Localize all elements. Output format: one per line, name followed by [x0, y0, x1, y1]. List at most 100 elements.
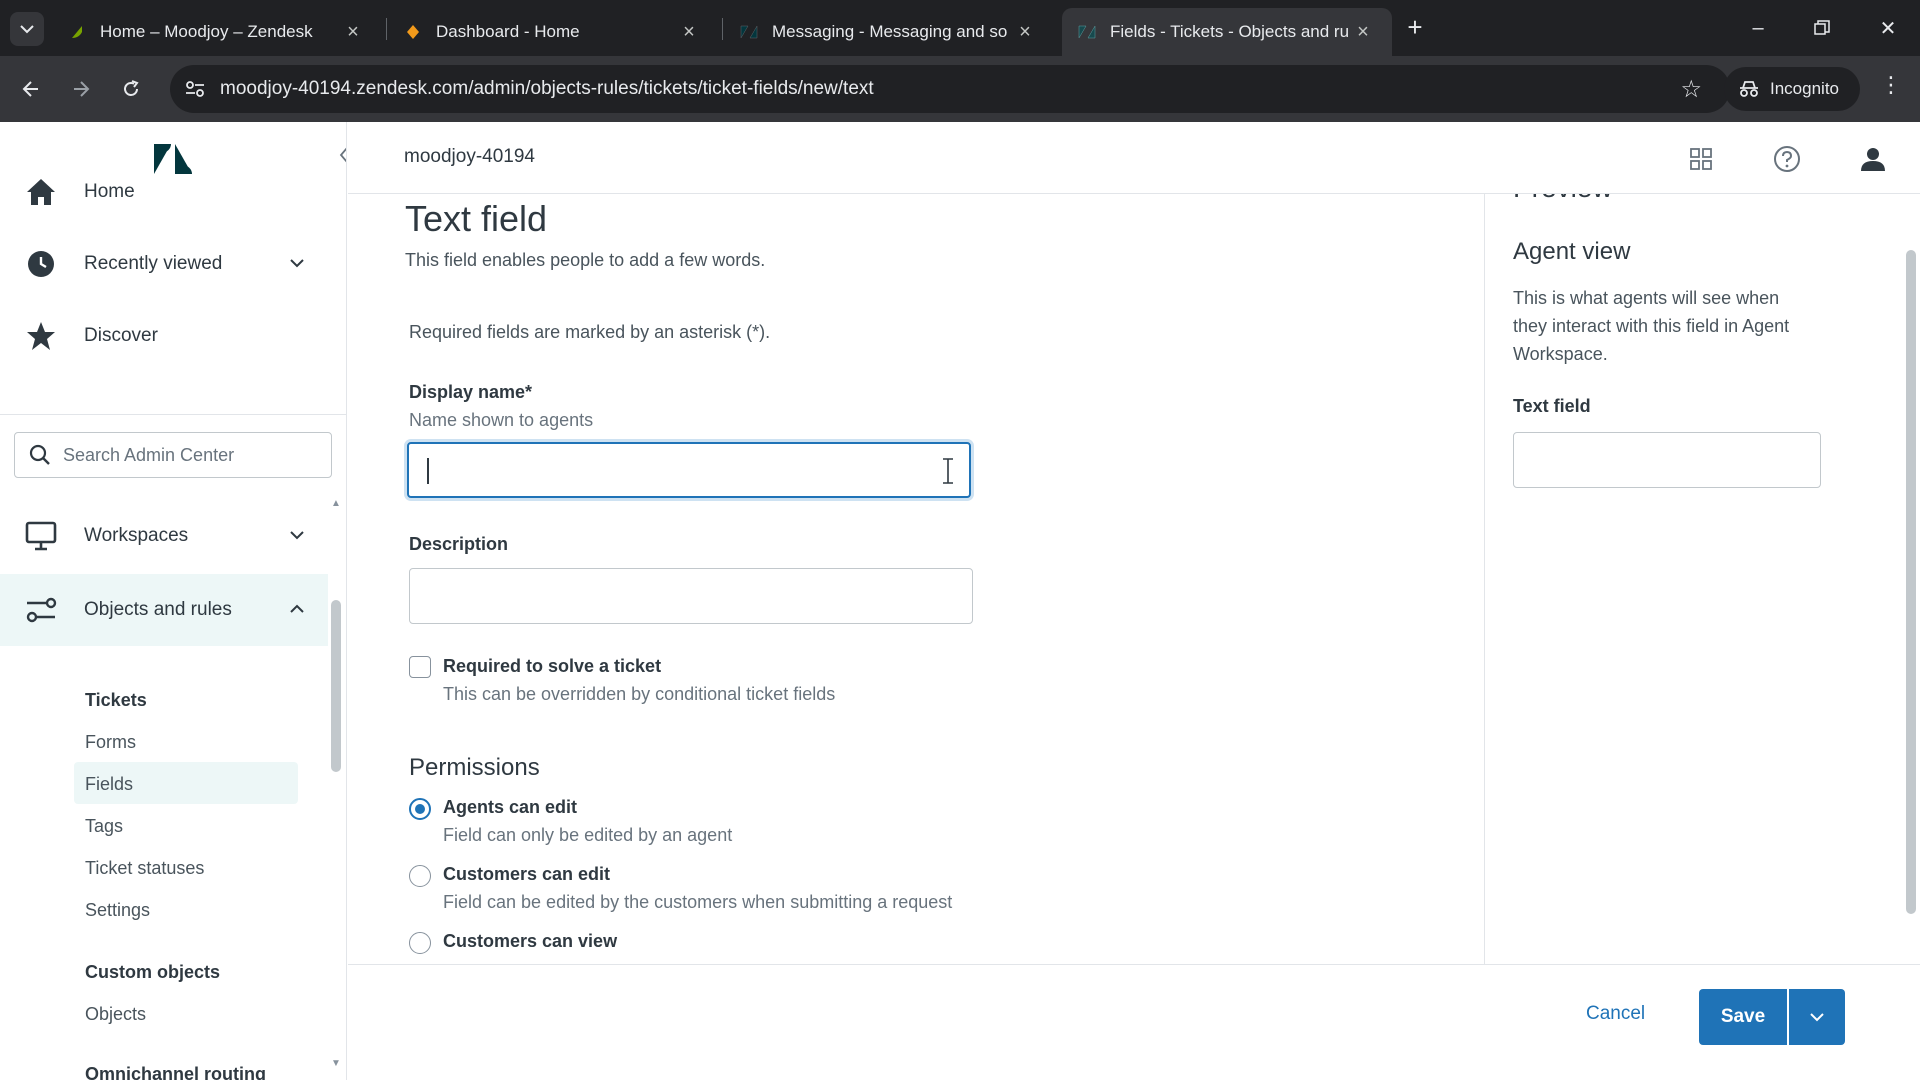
chevron-down-icon [290, 259, 304, 268]
nav-label: Workspaces [84, 525, 189, 546]
custom-objects-heading: Custom objects [85, 962, 221, 982]
zendesk-icon [1078, 23, 1096, 41]
browser-tab[interactable]: Home – Moodjoy – Zendesk × [52, 8, 382, 56]
close-tab-icon[interactable]: × [1350, 21, 1376, 44]
nav-recently-viewed[interactable]: Recently viewed [0, 228, 328, 300]
sidebar-item-settings[interactable]: Settings [85, 900, 150, 921]
products-grid-icon[interactable] [1686, 144, 1716, 174]
nav-workspaces[interactable]: Workspaces [0, 500, 328, 572]
help-icon[interactable] [1772, 144, 1802, 174]
description-input[interactable] [409, 568, 973, 624]
tickets-heading: Tickets [85, 690, 147, 710]
customers-can-view-radio[interactable] [409, 932, 431, 954]
scroll-down-arrow-icon[interactable]: ▼ [330, 1058, 342, 1069]
nav-objects-and-rules[interactable]: Objects and rules [0, 574, 328, 646]
forward-icon[interactable] [64, 72, 98, 106]
browser-tab-active[interactable]: Fields - Tickets - Objects and ru × [1062, 8, 1392, 56]
preview-title: Preview [1513, 194, 1613, 204]
back-icon[interactable] [14, 72, 48, 106]
tab-search-button[interactable] [10, 12, 44, 46]
browser-toolbar: moodjoy-40194.zendesk.com/admin/objects-… [0, 56, 1920, 122]
sidebar-item-tags[interactable]: Tags [85, 816, 123, 837]
sidebar-scrollbar[interactable] [331, 600, 341, 772]
agents-can-edit-hint: Field can only be edited by an agent [443, 825, 733, 845]
nav-label: Objects and rules [84, 599, 232, 620]
incognito-label: Incognito [1770, 79, 1839, 98]
objects-rules-icon [24, 593, 58, 627]
preview-text-input[interactable] [1513, 432, 1821, 488]
close-tab-icon[interactable]: × [1012, 21, 1038, 44]
chevron-down-icon [290, 531, 304, 540]
preview-field-label: Text field [1513, 396, 1591, 416]
close-tab-icon[interactable]: × [676, 21, 702, 44]
user-profile-icon[interactable] [1858, 144, 1888, 174]
window-close-icon[interactable]: ✕ [1860, 8, 1916, 48]
display-name-hint: Name shown to agents [409, 410, 594, 430]
cancel-button[interactable]: Cancel [1586, 1003, 1645, 1025]
page-title: Text field [405, 198, 548, 239]
customers-can-edit-radio[interactable] [409, 865, 431, 887]
browser-tabstrip: Home – Moodjoy – Zendesk × Dashboard - H… [0, 0, 1920, 56]
site-settings-icon[interactable] [184, 79, 206, 99]
preview-scrollbar[interactable] [1906, 250, 1916, 914]
collapse-sidebar-icon[interactable] [339, 146, 346, 176]
save-button[interactable]: Save [1699, 989, 1787, 1045]
sidebar-item-objects[interactable]: Objects [85, 1004, 146, 1025]
agent-view-title: Agent view [1513, 238, 1631, 265]
required-to-solve-label[interactable]: Required to solve a ticket [443, 656, 661, 677]
top-bar: moodjoy-40194 [348, 122, 1920, 194]
required-to-solve-checkbox[interactable] [409, 656, 431, 678]
customers-can-view-label[interactable]: Customers can view [443, 931, 617, 952]
tab-separator [722, 18, 723, 40]
scroll-up-arrow-icon[interactable]: ▲ [330, 498, 342, 509]
home-icon [24, 175, 58, 209]
text-field-form: Text field This field enables people to … [348, 194, 1484, 964]
agent-view-description: This is what agents will see when they i… [1513, 288, 1790, 364]
customers-can-edit-hint: Field can be edited by the customers whe… [443, 892, 953, 912]
incognito-badge[interactable]: Incognito [1724, 67, 1860, 111]
tab-title: Dashboard - Home [436, 22, 580, 41]
sidebar-divider [0, 414, 346, 415]
agents-can-edit-radio[interactable] [409, 798, 431, 820]
browser-tab[interactable]: Messaging - Messaging and so × [724, 8, 1054, 56]
admin-center-app: Home Recently viewed Discover Search Adm… [0, 122, 1920, 1080]
browser-menu-icon[interactable]: ⋮ [1876, 72, 1906, 106]
required-note: Required fields are marked by an asteris… [409, 322, 771, 342]
nav-label: Discover [84, 325, 158, 346]
star-icon [24, 319, 58, 353]
reload-icon[interactable] [114, 72, 148, 106]
save-options-button[interactable] [1789, 989, 1845, 1045]
bookmark-star-icon[interactable]: ☆ [1680, 75, 1702, 104]
incognito-icon [1740, 81, 1758, 97]
text-cursor-icon [943, 458, 953, 484]
display-name-label: Display name* [409, 382, 533, 402]
nav-discover[interactable]: Discover [0, 300, 328, 372]
account-name: moodjoy-40194 [404, 146, 535, 167]
nav-home[interactable]: Home [0, 156, 328, 228]
display-name-input[interactable] [407, 442, 971, 498]
search-admin-center-input[interactable]: Search Admin Center [14, 432, 332, 478]
dashboard-icon [404, 23, 422, 41]
sidebar-item-ticket-statuses[interactable]: Ticket statuses [85, 858, 204, 879]
chevron-down-icon [1810, 1013, 1824, 1022]
omnichannel-routing-heading[interactable]: Omnichannel routing [85, 1064, 266, 1080]
customers-can-edit-label[interactable]: Customers can edit [443, 864, 610, 885]
new-tab-button[interactable]: + [1400, 12, 1430, 42]
sidebar-item-forms[interactable]: Forms [85, 732, 136, 753]
restore-icon[interactable] [1794, 8, 1850, 48]
nav-label: Home [84, 181, 135, 202]
zendesk-icon [740, 23, 758, 41]
sidebar-item-fields[interactable]: Fields [85, 774, 133, 795]
browser-tab[interactable]: Dashboard - Home × [388, 8, 718, 56]
nav-label: Recently viewed [84, 253, 223, 274]
tab-title: Fields - Tickets - Objects and ru [1110, 22, 1350, 41]
address-bar[interactable]: moodjoy-40194.zendesk.com/admin/objects-… [170, 65, 1730, 113]
agents-can-edit-label[interactable]: Agents can edit [443, 797, 577, 818]
close-tab-icon[interactable]: × [340, 21, 366, 44]
minimize-icon[interactable]: – [1730, 8, 1786, 48]
chevron-up-icon [290, 604, 304, 613]
action-footer: Cancel Save [348, 964, 1920, 1080]
tab-separator [386, 18, 387, 40]
tab-title: Home – Moodjoy – Zendesk [100, 22, 313, 41]
required-to-solve-hint: This can be overridden by conditional ti… [443, 684, 836, 704]
